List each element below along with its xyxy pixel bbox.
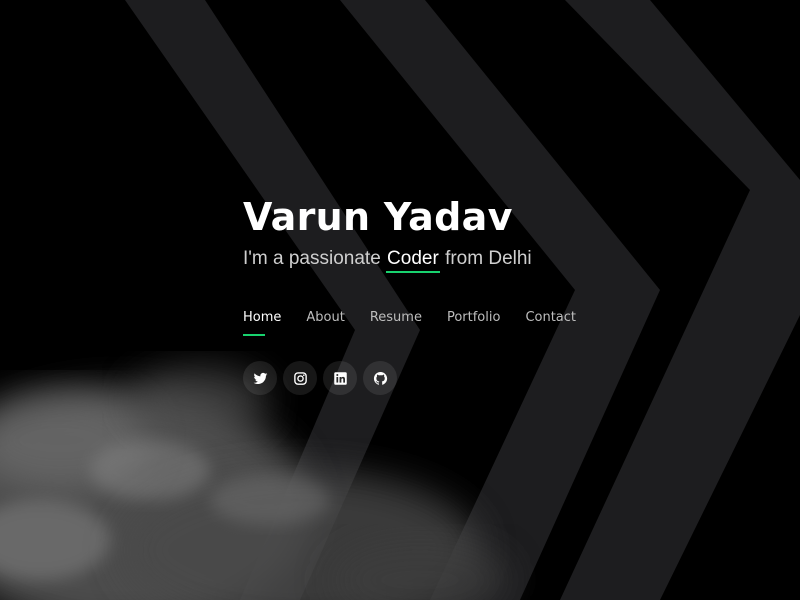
nav-resume[interactable]: Resume [370, 309, 422, 331]
nav-about[interactable]: About [306, 309, 344, 331]
nav-contact[interactable]: Contact [525, 309, 576, 331]
twitter-icon [253, 372, 267, 384]
nav-portfolio[interactable]: Portfolio [447, 309, 500, 331]
instagram-icon [293, 371, 307, 385]
instagram-button[interactable] [283, 361, 317, 395]
hero-background [0, 0, 800, 600]
hero-section: Varun Yadav I'm a passionate Coder from … [243, 193, 703, 273]
twitter-button[interactable] [243, 361, 277, 395]
tagline-prefix: I'm a passionate [243, 248, 387, 269]
tagline-suffix: from Delhi [439, 248, 532, 269]
github-icon [373, 371, 387, 385]
linkedin-button[interactable] [323, 361, 357, 395]
main-nav: Home About Resume Portfolio Contact [243, 309, 601, 336]
hero-name: Varun Yadav [243, 195, 513, 239]
typed-word: Coder [386, 246, 440, 273]
social-links [243, 361, 403, 395]
github-button[interactable] [363, 361, 397, 395]
hero-tagline: I'm a passionate Coder from Delhi [243, 246, 703, 273]
nav-home[interactable]: Home [243, 309, 281, 336]
linkedin-icon [333, 371, 347, 385]
